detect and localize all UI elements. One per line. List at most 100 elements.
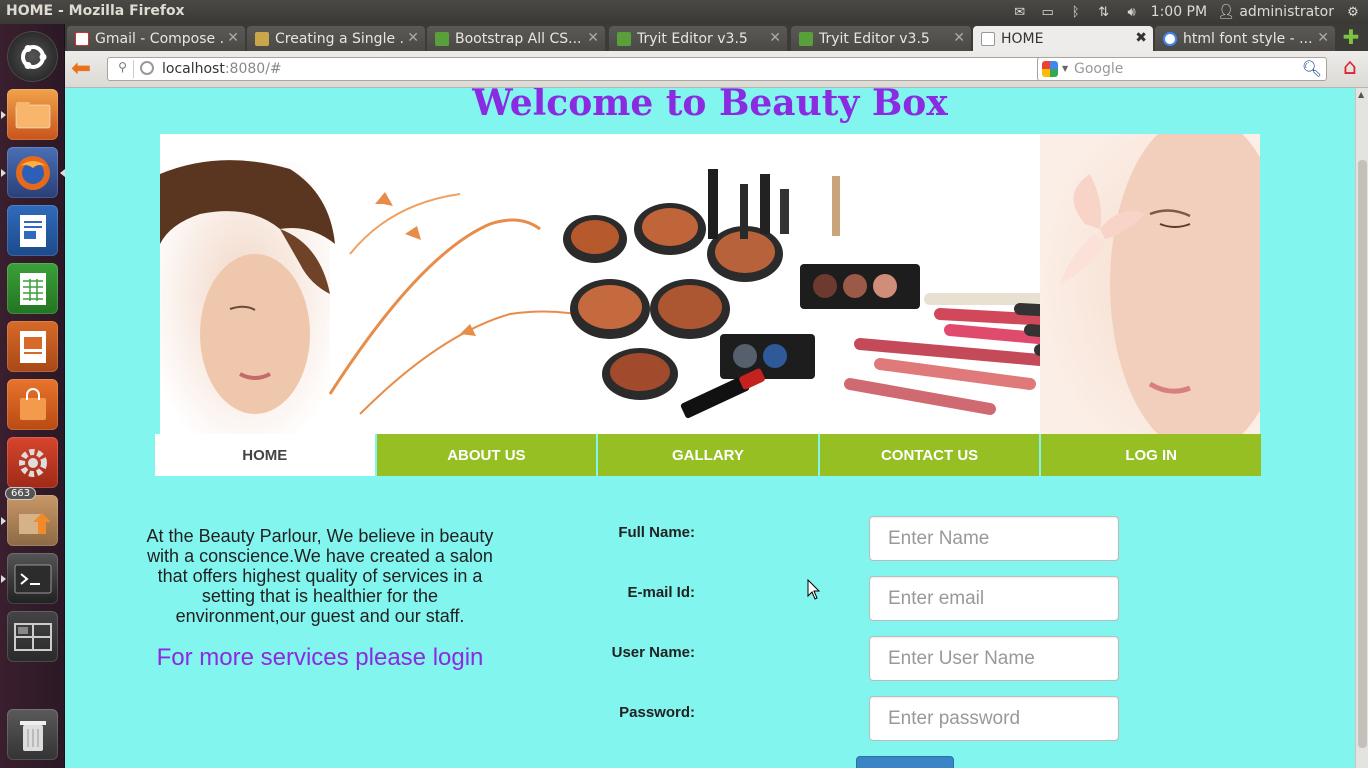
update-count-badge: 663 xyxy=(5,487,37,500)
url-host: localhost xyxy=(162,61,225,77)
close-icon[interactable]: ✕ xyxy=(407,30,419,46)
cosmetics-banner-illustration xyxy=(160,134,1260,434)
menu-about-us[interactable]: ABOUT US xyxy=(376,434,597,476)
menu-gallery[interactable]: GALLARY xyxy=(598,434,818,476)
page-scrollbar[interactable]: ▲ xyxy=(1355,88,1368,768)
gmail-icon xyxy=(75,31,89,46)
page-viewport: Welcome to Beauty Box HOME ABOUT US GALL… xyxy=(65,88,1355,768)
intro-paragraph: At the Beauty Parlour, We believe in bea… xyxy=(146,526,494,626)
close-icon[interactable]: ✕ xyxy=(953,30,965,46)
scrollbar-thumb[interactable] xyxy=(1358,160,1367,748)
username-label: administrator xyxy=(1239,4,1334,20)
home-button[interactable]: ⌂ xyxy=(1337,56,1363,82)
wrench-gear-icon xyxy=(18,448,47,477)
user-menu[interactable]: 👤︎ administrator xyxy=(1217,4,1334,20)
globe-icon xyxy=(140,61,154,75)
top-panel: HOME - Mozilla Firefox ✉ ▭ ᛒ ⇅ 🔊︎ 1:00 P… xyxy=(0,0,1368,24)
back-button[interactable]: ⬅ xyxy=(71,56,97,81)
submit-button[interactable] xyxy=(856,756,954,768)
ubuntu-logo-icon xyxy=(20,44,46,69)
system-tray: ✉ ▭ ᛒ ⇅ 🔊︎ 1:00 PM 👤︎ administrator ⚙ xyxy=(1011,0,1362,24)
volume-icon[interactable]: 🔊︎ xyxy=(1123,5,1141,20)
tab-home[interactable]: HOME ✖ xyxy=(973,26,1153,51)
close-icon[interactable]: ✖ xyxy=(1135,30,1147,46)
mail-icon[interactable]: ✉ xyxy=(1011,5,1029,20)
close-icon[interactable]: ✕ xyxy=(227,30,239,46)
trash-launcher[interactable] xyxy=(7,709,58,760)
tab-label: Tryit Editor v3.5 xyxy=(637,30,748,47)
email-input[interactable] xyxy=(869,576,1119,621)
search-icon[interactable]: 🔍︎ xyxy=(1302,59,1322,78)
shopping-bag-icon xyxy=(19,387,46,420)
workspace-icon xyxy=(13,622,52,651)
google-icon xyxy=(1163,31,1177,46)
folder-icon xyxy=(15,101,50,128)
battery-icon[interactable]: ▭ xyxy=(1039,5,1057,20)
firefox-icon xyxy=(15,155,50,190)
gear-icon[interactable]: ⚙ xyxy=(1344,5,1362,20)
tab-tryit-1[interactable]: Tryit Editor v3.5 ✕ xyxy=(609,26,787,51)
username-label: User Name: xyxy=(611,644,695,661)
settings-launcher[interactable] xyxy=(7,437,58,488)
software-center-launcher[interactable] xyxy=(7,379,58,430)
terminal-icon xyxy=(14,564,51,593)
spreadsheet-icon xyxy=(19,272,46,305)
menu-contact-us[interactable]: CONTACT US xyxy=(819,434,1040,476)
tab-label: HOME xyxy=(1001,30,1044,47)
url-path: :8080/# xyxy=(224,61,282,77)
tab-label: Gmail - Compose ... xyxy=(95,30,225,47)
tab-label: html font style - ... xyxy=(1183,30,1313,47)
tab-label: Bootstrap All CS... xyxy=(455,30,582,47)
firefox-launcher[interactable] xyxy=(1,147,65,198)
impress-launcher[interactable] xyxy=(7,321,58,372)
writer-launcher[interactable] xyxy=(7,205,58,256)
bluetooth-icon[interactable]: ᛒ xyxy=(1067,5,1085,20)
presentation-icon xyxy=(19,330,46,363)
url-text: localhost:8080/# xyxy=(162,61,282,77)
terminal-launcher[interactable] xyxy=(1,553,58,604)
menu-home[interactable]: HOME xyxy=(155,434,375,476)
w3schools-icon xyxy=(435,31,449,46)
workspace-switcher-launcher[interactable] xyxy=(7,611,58,662)
menu-log-in[interactable]: LOG IN xyxy=(1041,434,1261,476)
tab-creating-single[interactable]: Creating a Single ... ✕ xyxy=(247,26,425,51)
search-bar[interactable]: ▼ Google 🔍︎ xyxy=(1037,57,1327,81)
url-bar[interactable]: ⚲ localhost:8080/# ☆ ▼ ↻ xyxy=(107,57,1089,81)
calc-launcher[interactable] xyxy=(7,263,58,314)
update-arrow-icon xyxy=(18,512,50,534)
launcher: 663 xyxy=(0,24,65,768)
dash-home-button[interactable] xyxy=(7,31,58,82)
username-input[interactable] xyxy=(869,636,1119,681)
trash-icon xyxy=(19,720,46,751)
user-icon: 👤︎ xyxy=(1217,4,1235,20)
password-label: Password: xyxy=(619,704,695,721)
tab-tryit-2[interactable]: Tryit Editor v3.5 ✕ xyxy=(791,26,971,51)
tab-gmail[interactable]: Gmail - Compose ... ✕ xyxy=(67,26,245,51)
w3schools-icon xyxy=(617,31,631,46)
password-input[interactable] xyxy=(869,696,1119,741)
full-name-label: Full Name: xyxy=(618,524,695,541)
clock[interactable]: 1:00 PM xyxy=(1151,4,1207,20)
site-favicon-icon xyxy=(255,31,269,46)
files-launcher[interactable] xyxy=(1,89,58,140)
update-manager-launcher[interactable]: 663 xyxy=(1,487,58,546)
close-icon[interactable]: ✕ xyxy=(769,30,781,46)
site-identity-icon[interactable]: ⚲ xyxy=(112,60,134,78)
full-name-input[interactable] xyxy=(869,516,1119,561)
tab-bootstrap[interactable]: Bootstrap All CS... ✕ xyxy=(427,26,605,51)
login-prompt-text: For more services please login xyxy=(156,644,484,671)
new-tab-button[interactable]: ✚ xyxy=(1342,27,1360,47)
close-icon[interactable]: ✕ xyxy=(1317,30,1329,46)
blank-page-icon xyxy=(981,31,995,46)
close-icon[interactable]: ✕ xyxy=(587,30,599,46)
site-nav-menu: HOME ABOUT US GALLARY CONTACT US LOG IN xyxy=(155,434,1263,476)
scroll-up-icon[interactable]: ▲ xyxy=(1358,90,1364,99)
engine-dropdown-icon[interactable]: ▼ xyxy=(1062,64,1068,73)
w3schools-icon xyxy=(799,31,813,46)
network-icon[interactable]: ⇅ xyxy=(1095,5,1113,20)
tab-html-font-style[interactable]: html font style - ... ✕ xyxy=(1155,26,1335,51)
tab-label: Creating a Single ... xyxy=(275,30,405,47)
tab-label: Tryit Editor v3.5 xyxy=(819,30,930,47)
google-engine-icon[interactable] xyxy=(1042,61,1058,77)
search-placeholder: Google xyxy=(1074,61,1124,77)
